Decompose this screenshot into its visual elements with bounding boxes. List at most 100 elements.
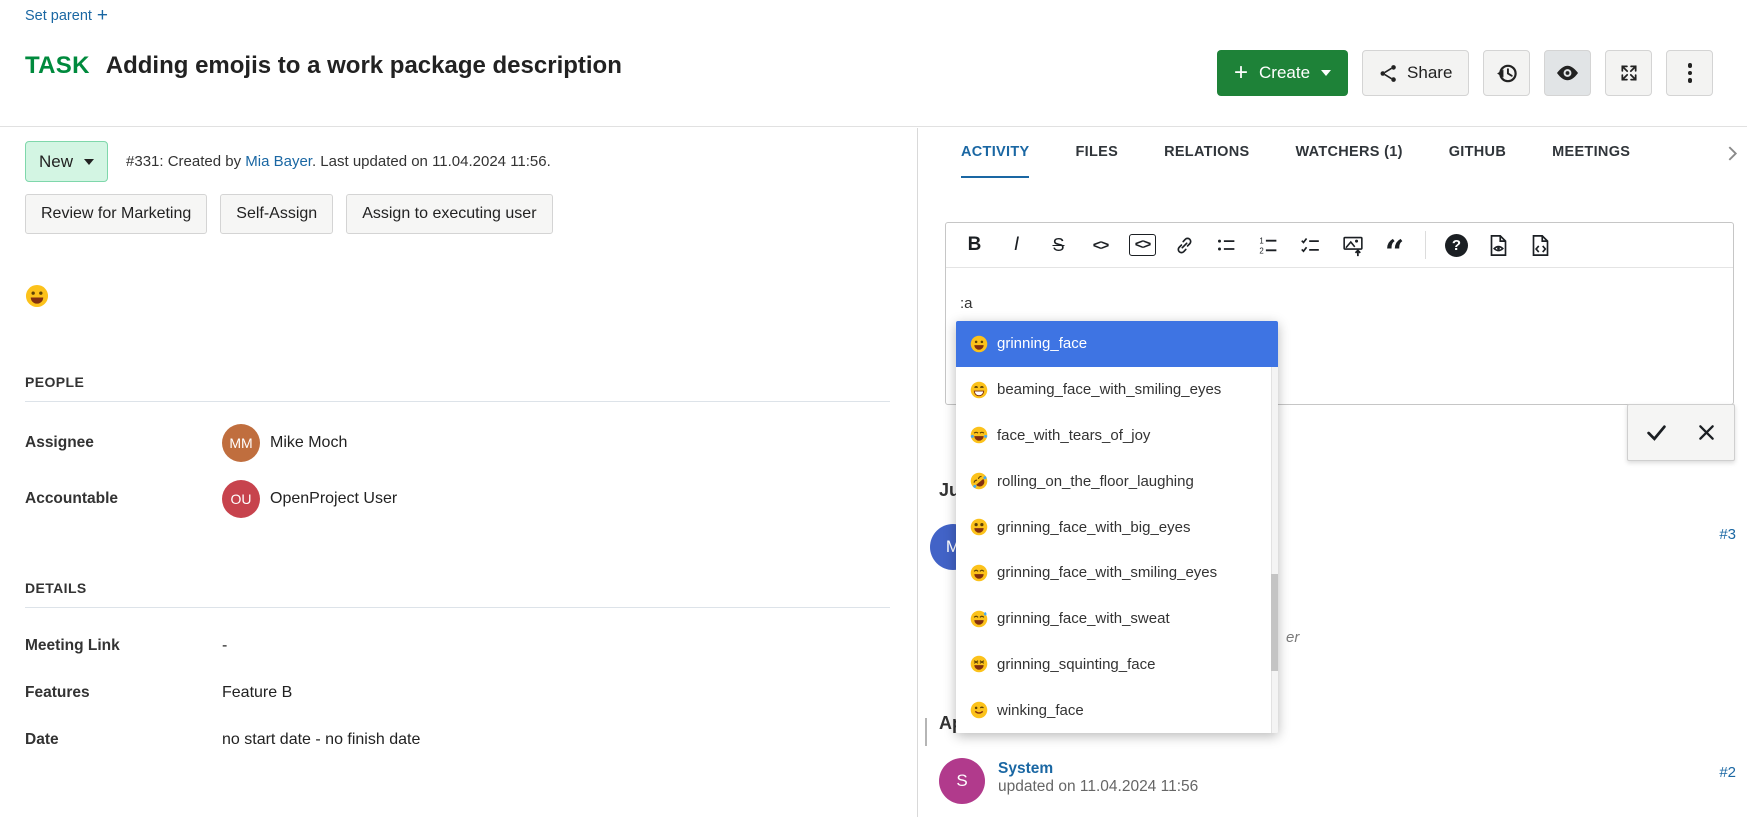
- header-actions: + Create Share: [1217, 50, 1713, 96]
- editor-confirm-box: [1627, 404, 1735, 461]
- markdown-source-icon[interactable]: [1522, 228, 1559, 262]
- editor-toolbar: B I S <> <> 12 “ ?: [946, 223, 1733, 268]
- todo-list-icon[interactable]: [1292, 228, 1329, 262]
- activity-entry-meta: updated on 11.04.2024 11:56: [998, 778, 1198, 795]
- assignee-name: Mike Moch: [270, 434, 347, 452]
- status-label: New: [39, 152, 73, 172]
- set-parent-link[interactable]: Set parent +: [25, 8, 108, 24]
- emoji-option-grinning_face_with_big_eyes[interactable]: grinning_face_with_big_eyes: [956, 504, 1278, 550]
- workflow-button-assign-to-executing-user[interactable]: Assign to executing user: [346, 194, 552, 234]
- more-menu-button[interactable]: [1666, 50, 1713, 96]
- italic-icon[interactable]: I: [998, 228, 1035, 262]
- features-row: Features Feature B: [25, 684, 890, 702]
- emoji-autocomplete-dropdown: grinning_face beaming_face_with_smiling_…: [956, 321, 1278, 733]
- work-package-type[interactable]: TASK: [25, 52, 90, 80]
- assignee-label: Assignee: [25, 434, 222, 452]
- created-meta-text: #331: Created by Mia Bayer. Last updated…: [126, 153, 551, 170]
- cancel-comment-button[interactable]: [1685, 412, 1727, 454]
- tab-activity[interactable]: ACTIVITY: [961, 128, 1029, 178]
- emoji-option-grinning_face_with_smiling_eyes[interactable]: grinning_face_with_smiling_eyes: [956, 550, 1278, 596]
- comment-number-3-link[interactable]: #3: [1719, 526, 1736, 543]
- workflow-button-review-for-marketing[interactable]: Review for Marketing: [25, 194, 207, 234]
- features-label: Features: [25, 684, 222, 702]
- workflow-button-self-assign[interactable]: Self-Assign: [220, 194, 333, 234]
- dropdown-scrollbar-thumb[interactable]: [1271, 574, 1278, 671]
- comment-number-2-link[interactable]: #2: [1719, 764, 1736, 781]
- eye-icon: [1556, 65, 1579, 81]
- emoji-option-grinning_face[interactable]: grinning_face: [956, 321, 1278, 367]
- emoji-option-face_with_tears_of_joy[interactable]: face_with_tears_of_joy: [956, 413, 1278, 459]
- accountable-value[interactable]: OU OpenProject User: [222, 480, 890, 518]
- people-section-header: PEOPLE: [25, 374, 917, 390]
- system-user-link[interactable]: System: [998, 760, 1198, 778]
- features-value[interactable]: Feature B: [222, 684, 890, 702]
- section-divider: [25, 607, 890, 608]
- help-icon[interactable]: ?: [1438, 228, 1475, 262]
- sweat-emoji-icon: [970, 610, 988, 628]
- inline-code-icon[interactable]: <>: [1082, 228, 1119, 262]
- tab-watchers[interactable]: WATCHERS (1): [1295, 128, 1402, 178]
- numbered-list-icon[interactable]: 12: [1250, 228, 1287, 262]
- tab-github[interactable]: GITHUB: [1449, 128, 1506, 178]
- tab-relations[interactable]: RELATIONS: [1164, 128, 1249, 178]
- system-avatar[interactable]: S: [939, 758, 985, 804]
- avatar: OU: [222, 480, 260, 518]
- meeting-link-value[interactable]: -: [222, 637, 890, 655]
- workflow-buttons-row: Review for Marketing Self-Assign Assign …: [25, 194, 917, 234]
- details-section-header: DETAILS: [25, 580, 917, 596]
- emoji-option-beaming_face_with_smiling_eyes[interactable]: beaming_face_with_smiling_eyes: [956, 367, 1278, 413]
- scroll-edge-mark: [925, 718, 927, 746]
- baseline-history-button[interactable]: [1483, 50, 1530, 96]
- kebab-menu-icon: [1688, 63, 1693, 83]
- squinting-emoji-icon: [970, 655, 988, 673]
- accountable-label: Accountable: [25, 490, 222, 508]
- assignee-row: Assignee MM Mike Moch: [25, 424, 890, 462]
- date-value[interactable]: no start date - no finish date: [222, 731, 890, 749]
- dropdown-scrollbar-track[interactable]: [1271, 367, 1278, 733]
- strikethrough-icon[interactable]: S: [1040, 228, 1077, 262]
- emoji-option-winking_face[interactable]: winking_face: [956, 687, 1278, 733]
- plus-icon: +: [1234, 63, 1248, 83]
- tabs-overflow-chevron-icon[interactable]: [1727, 145, 1738, 162]
- code-block-icon[interactable]: <>: [1124, 228, 1161, 262]
- tab-bar: ACTIVITY FILES RELATIONS WATCHERS (1) GI…: [918, 128, 1747, 178]
- author-link[interactable]: Mia Bayer: [245, 153, 312, 170]
- emoji-option-grinning_squinting_face[interactable]: grinning_squinting_face: [956, 642, 1278, 688]
- svg-text:2: 2: [1259, 246, 1263, 255]
- status-dropdown-button[interactable]: New: [25, 141, 108, 182]
- page-header: Set parent + TASK Adding emojis to a wor…: [0, 0, 1747, 127]
- share-button[interactable]: Share: [1362, 50, 1469, 96]
- create-button[interactable]: + Create: [1217, 50, 1348, 96]
- bulleted-list-icon[interactable]: [1208, 228, 1245, 262]
- date-row: Date no start date - no finish date: [25, 731, 890, 749]
- emoji-option-grinning_face_with_sweat[interactable]: grinning_face_with_sweat: [956, 596, 1278, 642]
- tab-files[interactable]: FILES: [1075, 128, 1118, 178]
- preview-icon[interactable]: [1480, 228, 1517, 262]
- create-button-label: Create: [1259, 63, 1310, 83]
- rofl-emoji-icon: [970, 472, 988, 490]
- emoji-option-rolling_on_the_floor_laughing[interactable]: rolling_on_the_floor_laughing: [956, 458, 1278, 504]
- work-package-detail-panel: New #331: Created by Mia Bayer. Last upd…: [0, 128, 917, 817]
- watch-button[interactable]: [1544, 50, 1591, 96]
- page-title[interactable]: Adding emojis to a work package descript…: [106, 52, 622, 80]
- winking-emoji-icon: [970, 701, 988, 719]
- activity-panel: ACTIVITY FILES RELATIONS WATCHERS (1) GI…: [918, 128, 1747, 817]
- big-eyes-emoji-icon: [970, 518, 988, 536]
- accountable-name: OpenProject User: [270, 490, 397, 508]
- block-quote-icon[interactable]: “: [1376, 228, 1413, 262]
- fullscreen-button[interactable]: [1605, 50, 1652, 96]
- bold-icon[interactable]: B: [956, 228, 993, 262]
- caret-down-icon: [1321, 70, 1331, 76]
- link-icon[interactable]: [1166, 228, 1203, 262]
- share-button-label: Share: [1407, 63, 1452, 83]
- description-smiley-emoji: [25, 284, 49, 308]
- tab-meetings[interactable]: MEETINGS: [1552, 128, 1630, 178]
- grinning-face-emoji-icon: [970, 335, 988, 353]
- insert-image-icon[interactable]: [1334, 228, 1371, 262]
- smiling-eyes-emoji-icon: [970, 564, 988, 582]
- save-comment-button[interactable]: [1635, 412, 1677, 454]
- status-row: New #331: Created by Mia Bayer. Last upd…: [25, 141, 917, 182]
- assignee-value[interactable]: MM Mike Moch: [222, 424, 890, 462]
- beaming-face-emoji-icon: [970, 381, 988, 399]
- toolbar-separator: [1425, 231, 1426, 259]
